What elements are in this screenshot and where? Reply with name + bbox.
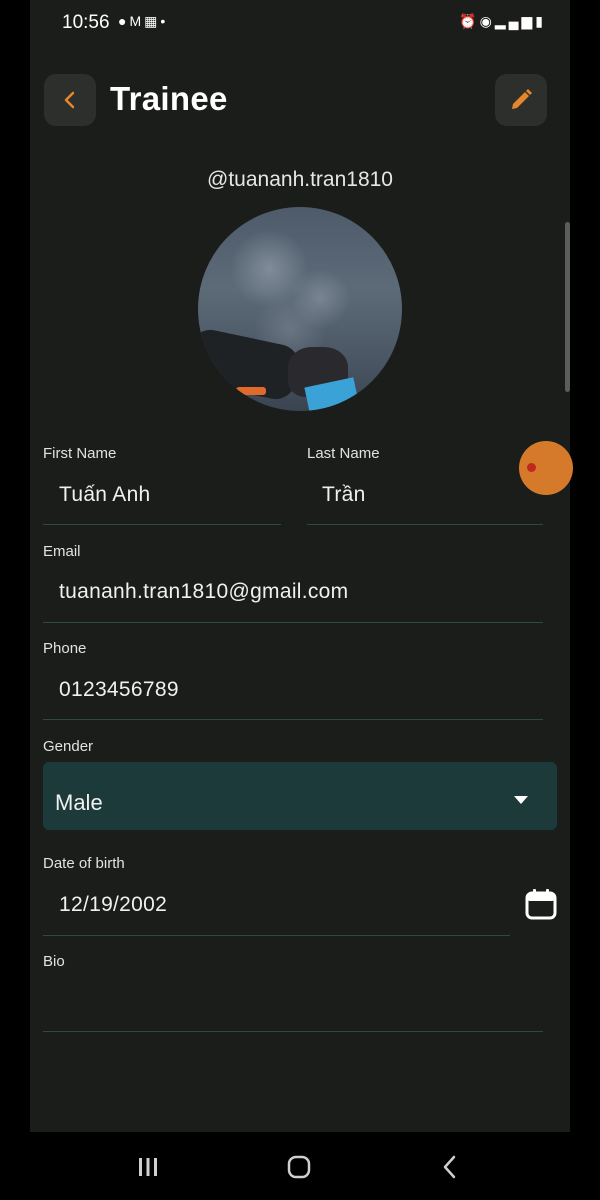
last-name-label: Last Name	[307, 445, 380, 462]
back-button[interactable]	[44, 74, 96, 126]
edit-button[interactable]	[495, 74, 547, 126]
avatar-photo-detail	[236, 387, 266, 395]
pencil-icon	[512, 89, 532, 109]
app-header: Trainee	[30, 70, 570, 130]
scrollbar[interactable]	[565, 222, 570, 392]
status-time: 10:56	[62, 12, 110, 33]
back-icon	[443, 1155, 456, 1179]
alarm-icon: ⏰	[459, 13, 480, 29]
bio-underline	[43, 1031, 543, 1032]
hotspot-icon: ◉	[479, 13, 495, 29]
last-name-field[interactable]: Trần	[322, 483, 366, 507]
home-button[interactable]	[279, 1150, 319, 1184]
first-name-field[interactable]: Tuấn Anh	[59, 483, 151, 507]
email-underline	[43, 622, 543, 623]
dropdown-arrow-icon	[514, 796, 528, 804]
app-screen: 10:56 ●M▦• ⏰◉▂▄▆▮ Trainee @tuananh.tran1…	[30, 0, 570, 1132]
recent-apps-icon	[139, 1158, 157, 1176]
first-name-label: First Name	[43, 445, 117, 462]
dob-field[interactable]: 12/19/2002	[59, 893, 167, 917]
page-title: Trainee	[110, 80, 228, 117]
gender-label: Gender	[43, 738, 94, 755]
first-name-underline	[43, 524, 281, 525]
bio-label: Bio	[43, 953, 65, 970]
system-nav-bar	[0, 1132, 600, 1200]
recent-apps-button[interactable]	[128, 1150, 168, 1184]
calendar-icon	[525, 889, 557, 920]
username-text: @tuananh.tran1810	[207, 168, 393, 191]
dob-label: Date of birth	[43, 855, 125, 872]
last-name-underline	[307, 524, 543, 525]
gallery-icon: ●	[118, 13, 130, 29]
phone-label: Phone	[43, 640, 87, 657]
chevron-left-icon	[64, 91, 75, 109]
gender-selected-value: Male	[55, 790, 103, 815]
status-bar: 10:56 ●M▦• ⏰◉▂▄▆▮	[30, 0, 570, 48]
profile-avatar[interactable]	[198, 207, 402, 411]
email-field[interactable]: tuananh.tran1810@gmail.com	[59, 580, 348, 604]
email-label: Email	[43, 543, 81, 560]
dot-icon: •	[160, 13, 169, 29]
calendar-button[interactable]	[524, 887, 558, 921]
status-notification-icons: ●M▦•	[118, 13, 168, 30]
team-icon: ▦	[144, 13, 161, 29]
status-system-icons: ⏰◉▂▄▆▮	[459, 13, 546, 30]
phone-underline	[43, 719, 543, 720]
nav-back-button[interactable]	[430, 1150, 470, 1184]
phone-field[interactable]: 0123456789	[59, 678, 179, 702]
gender-select[interactable]: Male	[43, 762, 557, 830]
gmail-icon: M	[129, 13, 145, 29]
dob-underline	[43, 935, 510, 936]
battery-icon: ▮	[535, 13, 546, 29]
signal-icon: ▂▄▆	[494, 13, 536, 29]
floating-chat-bubble[interactable]	[519, 441, 573, 495]
home-icon	[287, 1155, 311, 1179]
